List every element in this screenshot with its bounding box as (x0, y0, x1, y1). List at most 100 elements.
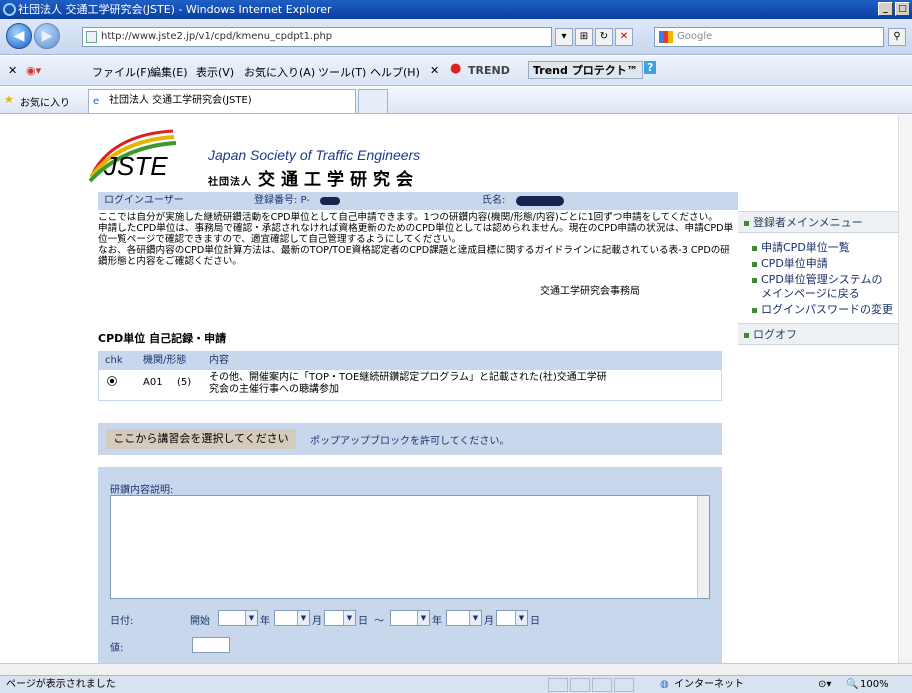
menu-tools[interactable]: ツール(T) (318, 64, 366, 80)
login-user-label: ログインユーザー (104, 195, 184, 206)
year-unit: 年 (260, 616, 270, 627)
status-text: ページが表示されました (6, 679, 116, 690)
redacted-name (516, 196, 564, 206)
name-label: 氏名: (482, 195, 506, 206)
end-year-select[interactable]: ▼ (390, 610, 430, 626)
end-month-unit: 月 (484, 616, 494, 627)
menu-bar: ✕ ◉▾ ファイル(F) 編集(E) 表示(V) お気に入り(A) ツール(T)… (0, 56, 912, 86)
favorites-label[interactable]: お気に入り (20, 94, 70, 109)
stop-icon[interactable]: ✕ (615, 28, 633, 46)
value-input[interactable] (192, 637, 230, 653)
status-bar: ページが表示されました ◍ インターネット ⊙▾ 🔍 100% (0, 675, 912, 693)
plugin-icon[interactable]: ? (644, 61, 657, 74)
start-month-select[interactable]: ▼ (274, 610, 310, 626)
menu-help[interactable]: ヘルプ(H) (370, 64, 420, 80)
toolbar-close-icon[interactable]: ✕ (430, 64, 439, 77)
page-vertical-scrollbar[interactable] (898, 115, 912, 663)
intro-line-1: ここでは自分が実施した継続研鑽活動をCPD単位として自己申請できます。1つの研鑽… (98, 212, 718, 223)
intro-line-2: 申請したCPD単位は、事務局で確認・承認されなければ資格更新のためのCPD単位と… (98, 223, 734, 245)
window-title: 社団法人 交通工学研究会(JSTE) - Windows Internet Ex… (18, 3, 332, 16)
menu-favorites[interactable]: お気に入り(A) (244, 64, 315, 80)
address-toolbar: ◀ ▶ http://www.jste2.jp/v1/cpd/kmenu_cpd… (0, 19, 912, 55)
back-button[interactable]: ◀ (6, 23, 32, 49)
member-menu-header: 登録者メインメニュー (738, 211, 912, 233)
status-cell (592, 678, 612, 692)
tab-title: 社団法人 交通工学研究会(JSTE) (109, 95, 252, 106)
zoom-level[interactable]: 100% (860, 676, 889, 693)
col-content: 内容 (209, 355, 229, 366)
table-row: A01 (5) その他、開催案内に「TOP・TOE継続研鑽認定プログラム」と記載… (99, 370, 721, 400)
col-chk: chk (105, 355, 123, 366)
status-cell (548, 678, 568, 692)
minimize-button[interactable]: _ (878, 2, 893, 16)
logoff-link[interactable]: ログオフ (738, 323, 912, 345)
trend-protect-button[interactable]: Trend プロテクト™ (528, 61, 643, 79)
description-form: 研鑽内容説明: 日付: 開始 ▼ 年 ▼ 月 ▼ 日 ～ ▼ 年 ▼ 月 ▼ 日… (98, 467, 722, 663)
maximize-button[interactable]: □ (895, 2, 910, 16)
menu-link-main-page-cont[interactable]: メインページに戻る (752, 287, 860, 300)
globe-icon: ◍ (660, 679, 669, 690)
textarea-scrollbar[interactable] (697, 496, 709, 598)
site-banner: JSTE Japan Society of Traffic Engineers … (88, 125, 738, 190)
dropdown-arrow-icon[interactable]: ▾ (555, 28, 573, 46)
close-tab-icon[interactable]: ✕ (8, 64, 17, 77)
menu-file[interactable]: ファイル(F) (92, 64, 151, 80)
status-cell (614, 678, 634, 692)
page-horizontal-scrollbar[interactable] (0, 663, 912, 675)
window-controls: _ □ (878, 2, 910, 16)
end-month-select[interactable]: ▼ (446, 610, 482, 626)
cpd-table: chk 機関/形態 内容 A01 (5) その他、開催案内に「TOP・TOE継続… (98, 351, 722, 401)
redacted-reg-no (320, 197, 340, 205)
star-icon: ★ (4, 93, 14, 106)
menu-link-password[interactable]: ログインパスワードの変更 (752, 303, 893, 316)
row-code: A01 (143, 377, 163, 388)
col-org-form: 機関/形態 (143, 355, 187, 366)
trend-label: TREND (468, 64, 510, 77)
menu-link-cpd-list[interactable]: 申請CPD単位一覧 (752, 241, 850, 254)
cpd-section-title: CPD単位 自己記録・申請 (98, 332, 227, 345)
ie-logo-icon (3, 3, 16, 16)
end-day-unit: 日 (530, 616, 540, 627)
month-unit: 月 (312, 616, 322, 627)
browser-tab[interactable]: e 社団法人 交通工学研究会(JSTE) (88, 89, 356, 113)
window-titlebar: 社団法人 交通工学研究会(JSTE) - Windows Internet Ex… (0, 0, 912, 19)
address-input[interactable]: http://www.jste2.jp/v1/cpd/kmenu_cpdpt1.… (82, 27, 552, 47)
date-row: 日付: 開始 ▼ 年 ▼ 月 ▼ 日 ～ ▼ 年 ▼ 月 ▼ 日 (110, 610, 720, 628)
seminar-select-bar: ここから講習会を選択してください ポップアップブロックを許可してください。 (98, 423, 722, 455)
forward-button[interactable]: ▶ (34, 23, 60, 49)
start-day-select[interactable]: ▼ (324, 610, 356, 626)
page-content: JSTE Japan Society of Traffic Engineers … (0, 115, 912, 663)
zone-label: インターネット (674, 679, 744, 690)
refresh-icon[interactable]: ↻ (595, 28, 613, 46)
page-icon (86, 31, 97, 43)
menu-link-main-page[interactable]: CPD単位管理システムの (752, 273, 882, 286)
end-year-unit: 年 (432, 616, 442, 627)
search-icon[interactable]: ⚲ (888, 28, 906, 46)
description-textarea[interactable] (110, 495, 710, 599)
english-name: Japan Society of Traffic Engineers (208, 147, 421, 163)
select-seminar-button[interactable]: ここから講習会を選択してください (106, 429, 296, 449)
menu-link-cpd-apply[interactable]: CPD単位申請 (752, 257, 828, 270)
logo-text: JSTE (104, 151, 168, 181)
start-year-select[interactable]: ▼ (218, 610, 258, 626)
addon-icon[interactable]: ◉▾ (26, 64, 41, 77)
end-day-select[interactable]: ▼ (496, 610, 528, 626)
row-radio[interactable] (107, 376, 117, 386)
zoom-icon[interactable]: 🔍 (846, 676, 858, 693)
google-icon (659, 31, 673, 43)
intro-line-3: なお、各研鑽内容のCPD単位計算方法は、最新のTOP/TOE資格認定者のCPD課… (98, 245, 730, 267)
menu-edit[interactable]: 編集(E) (150, 64, 188, 80)
tab-ie-icon: e (93, 96, 100, 107)
compat-view-icon[interactable]: ⊞ (575, 28, 593, 46)
row-content: その他、開催案内に「TOP・TOE継続研鑽認定プログラム」と記載された(社)交通… (209, 372, 607, 395)
date-label: 日付: (110, 616, 134, 627)
status-cell (570, 678, 590, 692)
member-menu: 登録者メインメニュー 申請CPD単位一覧 CPD単位申請 CPD単位管理システム… (738, 205, 912, 345)
search-input[interactable]: Google (654, 27, 884, 47)
menu-view[interactable]: 表示(V) (196, 64, 234, 80)
range-separator: ～ (374, 616, 384, 627)
new-tab-button[interactable] (358, 89, 388, 113)
protected-mode-icon[interactable]: ⊙▾ (818, 676, 831, 693)
cpd-table-header: chk 機関/形態 内容 (99, 352, 721, 370)
row-form: (5) (177, 377, 192, 388)
